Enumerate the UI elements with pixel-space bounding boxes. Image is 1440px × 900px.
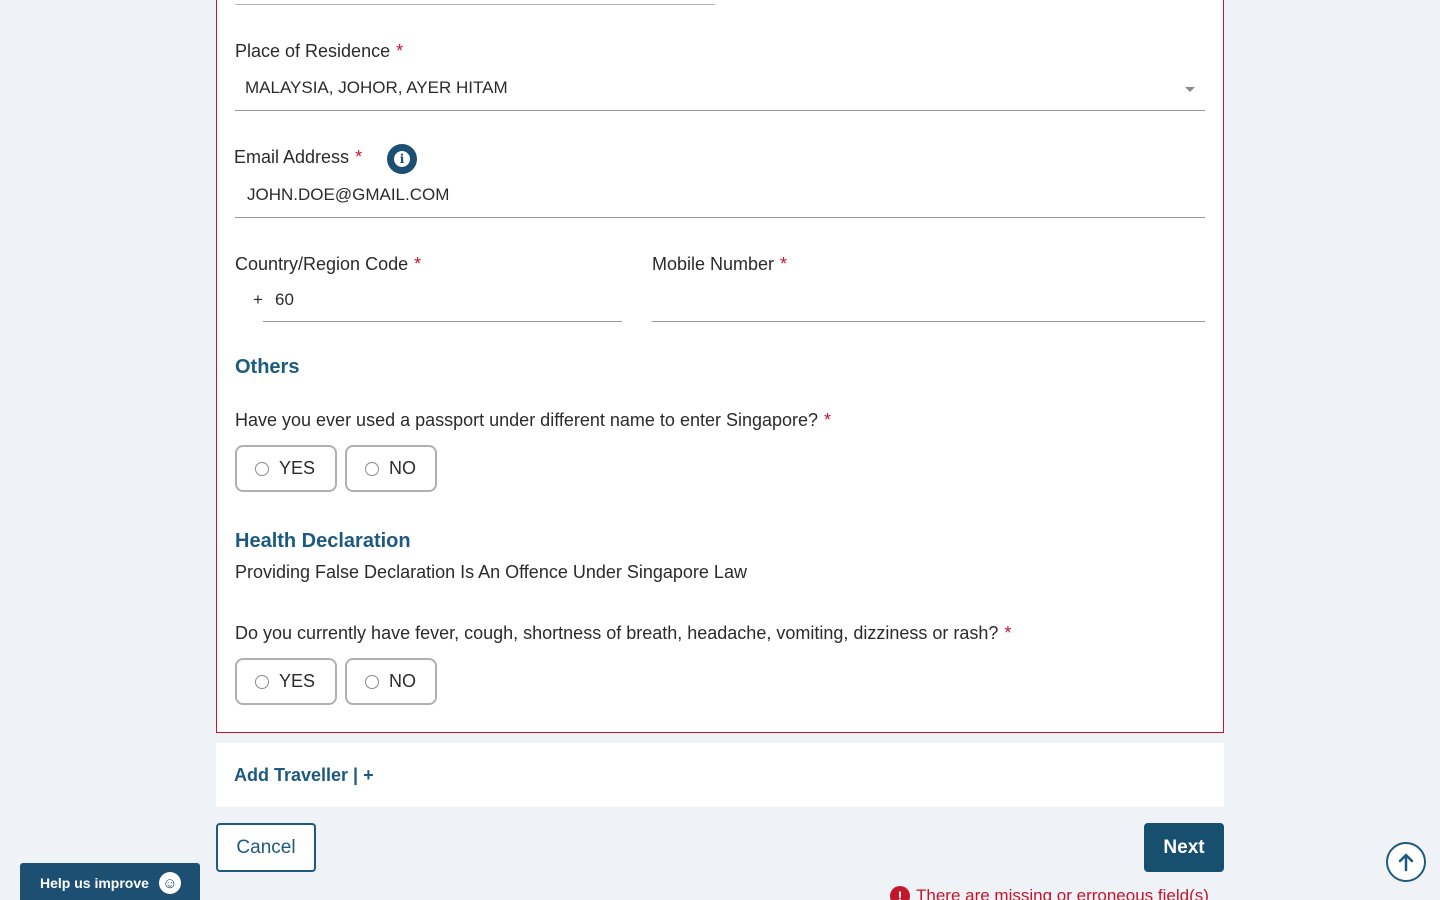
email-field[interactable]: JOHN.DOE@GMAIL.COM [247, 185, 449, 205]
radio-circle-icon [255, 461, 269, 476]
passport-question: Have you ever used a passport under diff… [235, 410, 832, 430]
radio-circle-icon [365, 674, 379, 689]
cancel-button[interactable]: Cancel [216, 823, 316, 872]
error-icon: ! [890, 886, 910, 900]
info-icon[interactable]: i [387, 144, 417, 174]
radio-circle-icon [255, 674, 269, 689]
passport-yes-radio[interactable]: YES [235, 445, 337, 492]
mobile-label: Mobile Number * [652, 254, 788, 274]
add-traveller-link[interactable]: Add Traveller | + [234, 765, 374, 786]
email-underline [235, 217, 1205, 218]
chevron-down-icon[interactable] [1185, 87, 1195, 92]
health-question: Do you currently have fever, cough, shor… [235, 623, 1012, 643]
mobile-underline [652, 321, 1205, 322]
others-section-title: Others [235, 356, 300, 378]
error-message: ! There are missing or erroneous field(s… [890, 886, 1209, 900]
country-code-input[interactable]: 60 [275, 290, 294, 310]
health-section-title: Health Declaration [235, 530, 411, 552]
smiley-icon: ☺ [158, 872, 181, 894]
previous-field-underline [235, 4, 715, 5]
country-code-label: Country/Region Code * [235, 254, 422, 274]
next-button[interactable]: Next [1144, 823, 1224, 872]
country-code-underline [263, 321, 622, 322]
health-no-radio[interactable]: NO [345, 658, 437, 705]
residence-select[interactable]: MALAYSIA, JOHOR, AYER HITAM [245, 78, 508, 98]
email-label: Email Address * [234, 147, 363, 167]
residence-label: Place of Residence * [235, 41, 404, 61]
radio-circle-icon [365, 461, 379, 476]
residence-underline [235, 110, 1205, 111]
health-yes-radio[interactable]: YES [235, 658, 337, 705]
help-us-improve-button[interactable]: Help us improve ☺ [20, 863, 200, 900]
scroll-to-top-button[interactable] [1386, 842, 1426, 882]
health-subtitle: Providing False Declaration Is An Offenc… [235, 562, 747, 582]
arrow-up-icon [1398, 853, 1414, 872]
country-code-prefix: + [253, 290, 263, 309]
passport-no-radio[interactable]: NO [345, 445, 437, 492]
